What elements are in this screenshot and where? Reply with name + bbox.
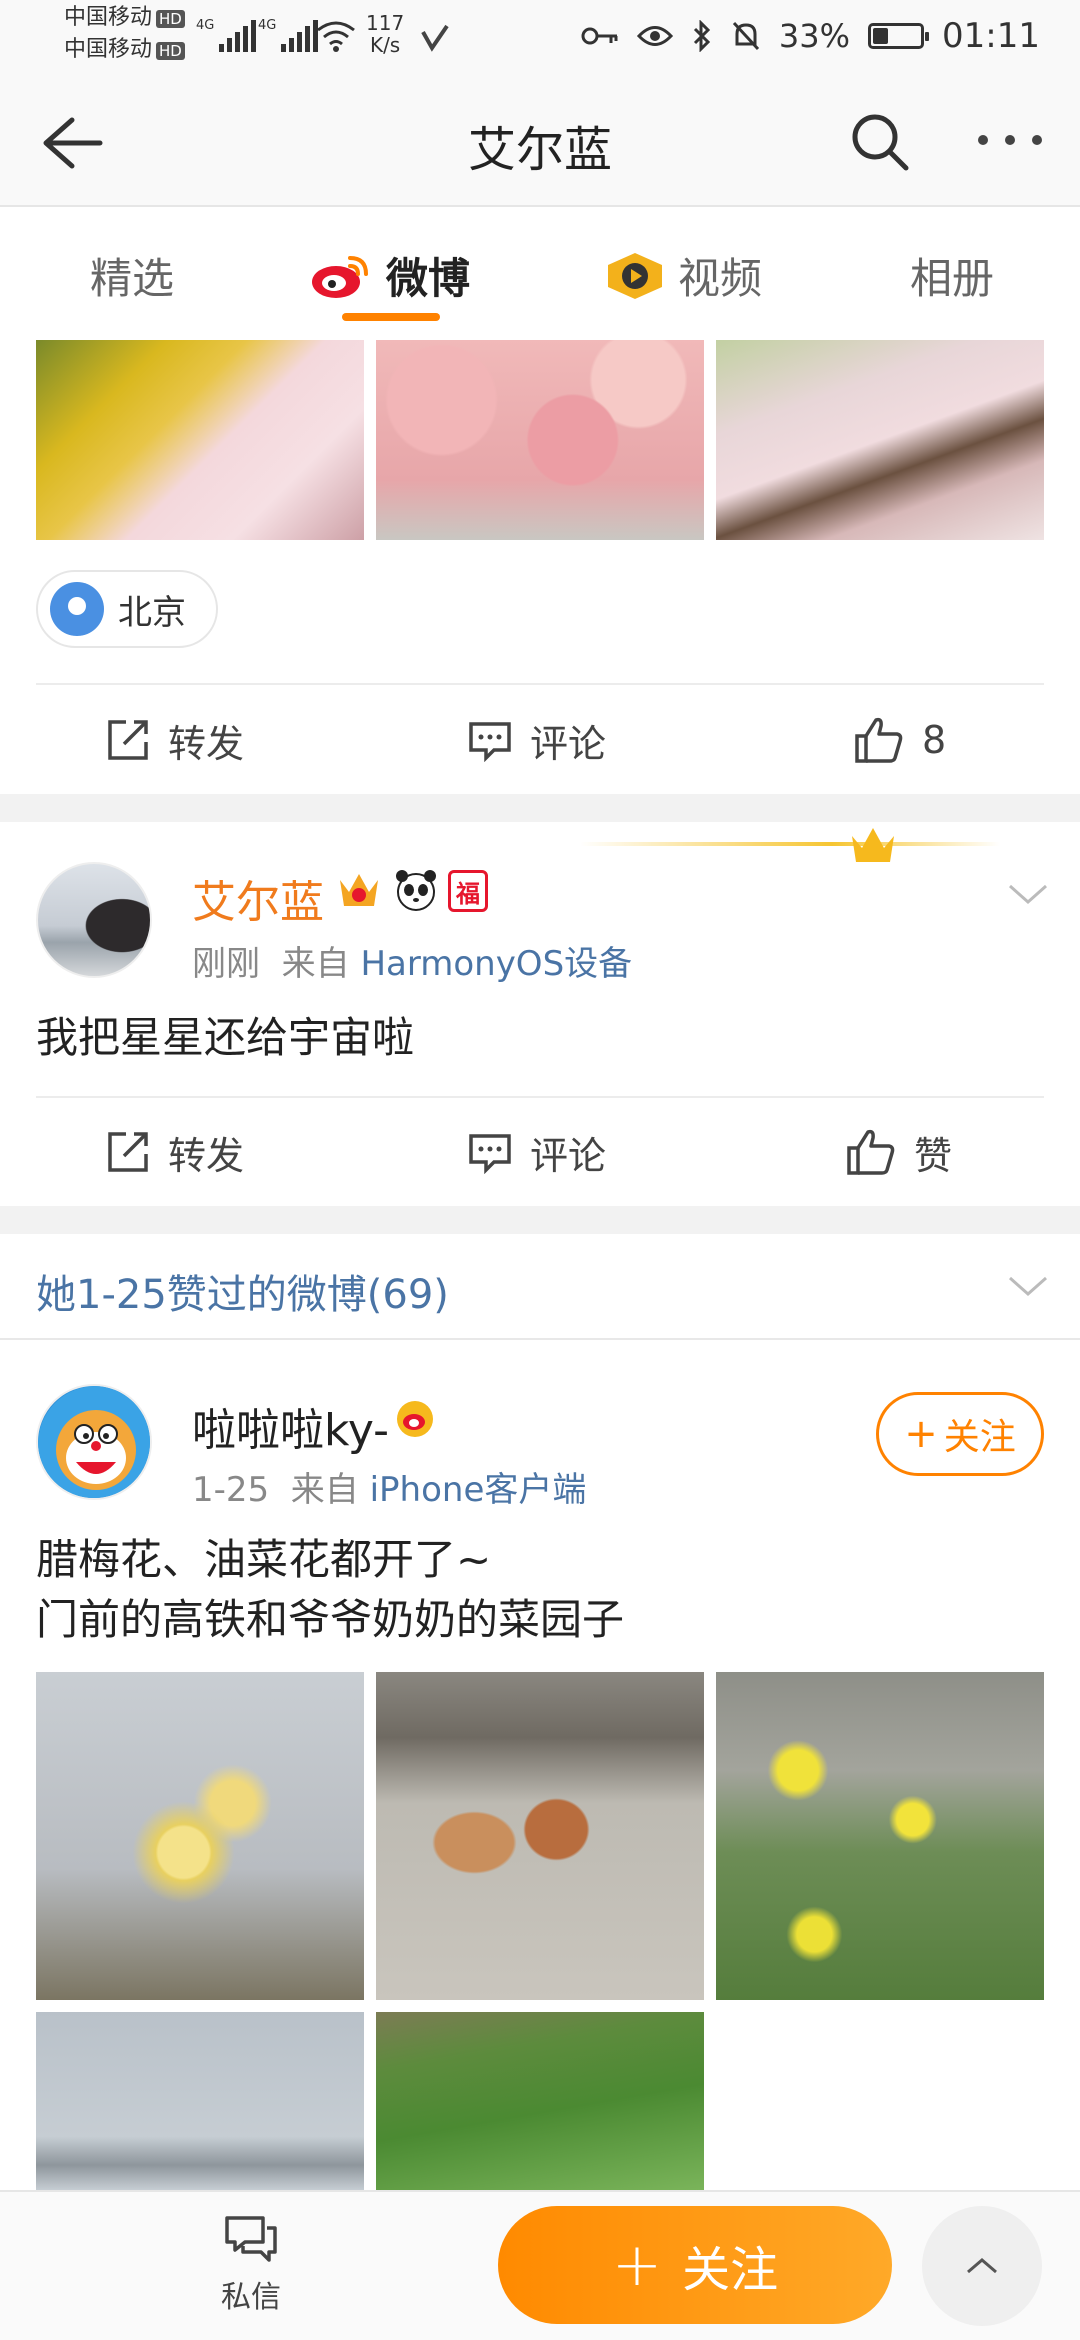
post-actions: 转发 评论 赞: [0, 1098, 1080, 1206]
follow-main-button[interactable]: + 关注: [498, 2206, 892, 2324]
liked-posts-header[interactable]: 她1-25赞过的微博(69): [0, 1234, 1080, 1340]
post-actions: 转发 评论 8: [0, 686, 1080, 794]
battery-icon: [868, 23, 930, 49]
avatar-image: [38, 1386, 150, 1498]
username[interactable]: 艾尔蓝: [192, 866, 324, 930]
comment-icon: [469, 1134, 511, 1174]
username[interactable]: 啦啦啦ky-: [192, 1394, 389, 1458]
repost-icon: [108, 720, 148, 760]
weibo-logo-icon: [312, 255, 368, 298]
tab-weibo[interactable]: 微博: [310, 245, 470, 306]
post-image[interactable]: [36, 340, 364, 540]
thumbs-up-icon: [847, 1129, 895, 1175]
plus-icon: +: [904, 1411, 938, 1457]
chevron-down-icon[interactable]: [1006, 1264, 1050, 1308]
carrier-1: 中国移动 HD: [64, 6, 185, 30]
active-tab-indicator: [342, 313, 440, 321]
post-image[interactable]: [376, 2012, 704, 2190]
wifi-icon: [317, 21, 355, 52]
vip-banner-line: [580, 842, 1000, 846]
post-image[interactable]: [716, 340, 1044, 540]
divider: [36, 683, 1044, 685]
repost-button[interactable]: 转发: [106, 1098, 244, 1206]
fortune-badge-icon: 福: [448, 870, 488, 912]
post-image[interactable]: [716, 1672, 1044, 2000]
location-tag[interactable]: 北京: [36, 570, 218, 648]
post-image[interactable]: [36, 2012, 364, 2190]
like-button[interactable]: 8: [854, 686, 946, 794]
repost-button[interactable]: 转发: [106, 686, 244, 794]
like-button[interactable]: 赞: [846, 1098, 952, 1206]
avatar[interactable]: [36, 1384, 152, 1500]
plus-icon: +: [611, 2230, 663, 2300]
section-gap: [0, 794, 1080, 822]
eye-icon: [636, 26, 673, 46]
tab-album[interactable]: 相册: [910, 245, 994, 306]
weibo-badge-icon: [397, 1401, 433, 1437]
avatar[interactable]: [36, 862, 152, 978]
section-gap: [0, 1206, 1080, 1234]
post-text: 腊梅花、油菜花都开了~ 门前的高铁和爷爷奶奶的菜园子: [36, 1535, 625, 1644]
signal-icon-2: 4G: [258, 18, 319, 52]
post-image[interactable]: [376, 1672, 704, 2000]
scroll-to-top-button[interactable]: [922, 2206, 1042, 2326]
message-icon: [225, 2216, 277, 2262]
status-bar: 中国移动 HD 中国移动 HD 4G 4G 117 K/s 33% 01:11: [0, 0, 1080, 80]
battery-percent: 33%: [778, 17, 851, 55]
page-title: 艾尔蓝: [467, 122, 612, 178]
search-icon[interactable]: [848, 110, 912, 174]
post-meta: 1-25 来自 iPhone客户端: [192, 1470, 587, 1510]
network-speed: 117 K/s: [366, 11, 405, 57]
comment-icon: [469, 722, 511, 762]
post-image[interactable]: [36, 1672, 364, 2000]
clock: 01:11: [942, 16, 1040, 56]
post-text: 我把星星还给宇宙啦: [36, 1013, 415, 1062]
key-icon: [581, 27, 618, 45]
comment-button[interactable]: 评论: [468, 686, 606, 794]
follow-button[interactable]: + 关注: [876, 1392, 1044, 1476]
carrier-2: 中国移动 HD: [64, 38, 185, 62]
post-image[interactable]: [376, 340, 704, 540]
profile-tabs: 精选 微博 视频 相册: [0, 209, 1080, 339]
tab-featured[interactable]: 精选: [90, 245, 174, 306]
bottom-bar: 私信 + 关注: [0, 2190, 1080, 2340]
vip-crown-badge-icon: [340, 874, 378, 906]
post-meta: 刚刚 来自 HarmonyOS设备: [192, 944, 633, 984]
bluetooth-icon: [693, 20, 711, 52]
crown-icon: [852, 828, 894, 862]
tab-video[interactable]: 视频: [606, 245, 762, 306]
video-badge-icon: [608, 252, 662, 299]
panda-badge-icon: [396, 870, 436, 911]
message-button[interactable]: 私信: [196, 2214, 306, 2316]
title-bar: 艾尔蓝: [0, 80, 1080, 207]
signal-icon: 4G: [196, 18, 257, 52]
thumbs-up-icon: [855, 717, 903, 763]
mute-bell-icon: [732, 21, 759, 51]
more-options-icon[interactable]: [970, 108, 1050, 172]
comment-button[interactable]: 评论: [468, 1098, 606, 1206]
chevron-down-icon[interactable]: [1006, 872, 1050, 916]
checkmark-icon: [421, 24, 449, 52]
repost-icon: [108, 1132, 148, 1172]
chevron-up-icon: [967, 2258, 997, 2274]
location-pin-icon: [50, 582, 104, 636]
